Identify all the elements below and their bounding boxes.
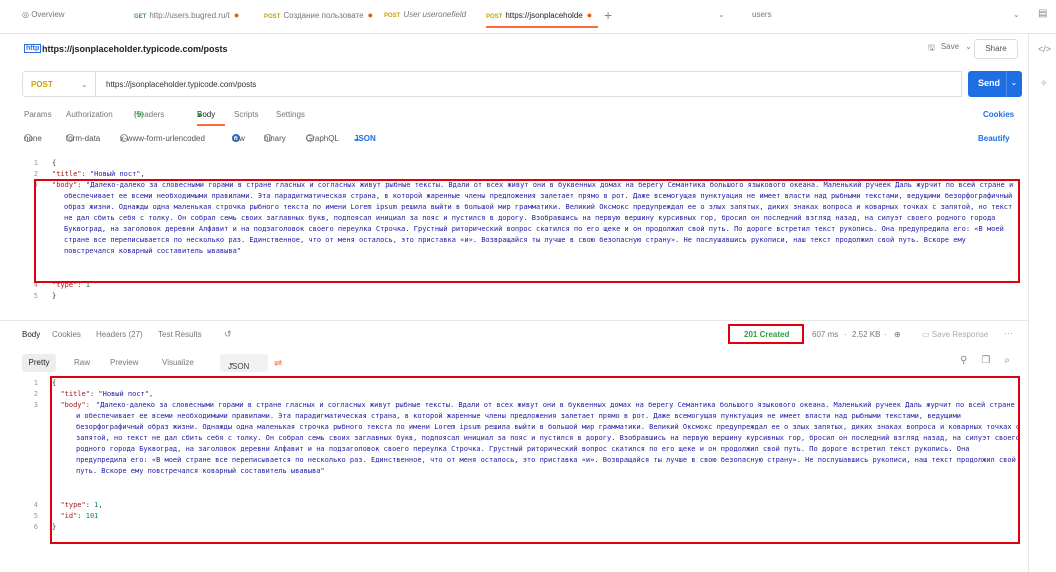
cookies-link[interactable]: Cookies [983,110,1014,119]
overview-icon: ◎ [22,10,32,19]
tab-scripts[interactable]: Scripts [234,110,258,119]
response-time[interactable]: 607 ms [812,330,838,339]
globe-icon[interactable]: ⊕ [894,330,901,339]
tab-create-user[interactable]: POST Создание пользовате ● [264,10,374,24]
response-tab-cookies[interactable]: Cookies [52,330,81,339]
tab-overview[interactable]: ◎ Overview [22,10,102,24]
status-highlight: 201 Created [728,324,804,344]
unsaved-dot-icon: ● [233,10,240,20]
unsaved-dot-icon: ● [586,10,593,20]
response-size[interactable]: 2.52 KB [852,330,880,339]
unsaved-dot-icon: ● [367,10,374,20]
copy-icon[interactable]: ❐ [981,355,990,366]
response-divider[interactable] [0,320,1028,321]
environment-selector[interactable]: users [752,10,772,19]
light-bulb-icon[interactable]: ✧ [1040,78,1048,89]
response-body-highlight [50,376,1020,544]
tab-bar: ◎ Overview GET http://users.bugred.ru/t ● … [0,0,1056,34]
request-body-highlight [34,179,1020,283]
send-chevron-down-icon[interactable]: ⌄ [1011,79,1017,87]
save-icon: 🖫 [928,43,935,52]
view-pretty-button[interactable]: Pretty [22,354,56,372]
code-snippet-icon[interactable]: </> [1038,44,1051,54]
link-icon[interactable]: ⚲ [960,355,967,366]
environment-chevron-down-icon[interactable]: ⌄ [1013,10,1020,19]
history-icon[interactable]: ↺ [224,329,232,340]
tab-get-users[interactable]: GET http://users.bugred.ru/t ● [134,10,252,24]
body-modified-dot-icon: ● [197,110,202,119]
url-input[interactable] [96,71,962,97]
body-format-select[interactable]: JSON ⌄ [354,134,376,143]
http-request-icon: http [24,44,42,53]
tab-user-useronefield[interactable]: POST User useronefield [384,10,476,24]
save-response-icon: ▭ [922,330,932,339]
environment-quicklook-icon[interactable]: ▤ [1038,8,1047,19]
save-response-button[interactable]: ▭ Save Response [922,330,988,339]
save-button[interactable]: 🖫 Save ⌄ [928,42,972,56]
tab-settings[interactable]: Settings [276,110,305,119]
response-format-select[interactable]: JSON ⌄ [220,354,268,372]
right-sidebar-divider [1028,34,1029,572]
send-button[interactable]: Send ⌄ [968,71,1022,97]
more-options-icon[interactable]: ··· [1004,328,1013,338]
tab-jsonplaceholder[interactable]: POST https://jsonplaceholde ● [486,10,598,28]
search-icon[interactable]: ⌕ [1004,355,1010,366]
method-select[interactable]: POST ⌄ [22,71,96,97]
response-status[interactable]: 201 Created [744,330,789,339]
response-tab-test-results[interactable]: Test Results [158,330,202,339]
share-button[interactable]: Share [974,39,1018,59]
active-tab-underline [197,124,225,126]
response-tab-body[interactable]: Body [22,330,40,339]
beautify-link[interactable]: Beautify [978,134,1010,143]
new-tab-plus-icon[interactable]: + [604,7,612,23]
request-line: POST ⌄ Send ⌄ [22,71,1022,97]
request-title[interactable]: https://jsonplaceholder.typicode.com/pos… [42,44,228,54]
view-visualize-button[interactable]: Visualize [162,358,194,367]
response-tab-headers[interactable]: Headers (27) [96,330,143,339]
request-title-row: http https://jsonplaceholder.typicode.co… [0,34,1028,66]
method-chevron-down-icon: ⌄ [81,80,88,89]
view-preview-button[interactable]: Preview [110,358,138,367]
tabs-chevron-down-icon[interactable]: ⌄ [718,10,725,19]
view-raw-button[interactable]: Raw [74,358,90,367]
save-chevron-down-icon[interactable]: ⌄ [965,42,972,56]
tab-authorization[interactable]: Authorization [66,110,113,119]
tab-params[interactable]: Params [24,110,52,119]
wrap-lines-icon[interactable]: ⇌ [274,358,282,369]
